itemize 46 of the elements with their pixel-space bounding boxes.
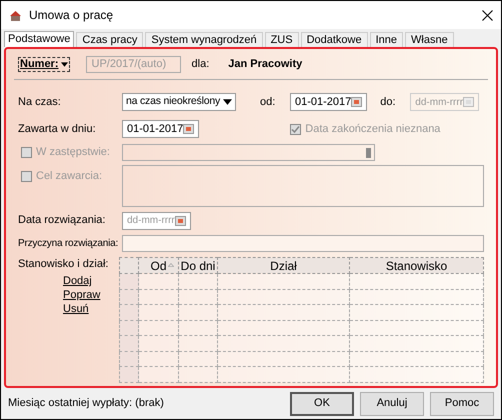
tab[interactable]: Własne	[405, 32, 454, 47]
number-field: UP/2017/(auto)	[86, 56, 181, 72]
field-label: Data rozwiązania:	[18, 213, 106, 228]
tab[interactable]: Inne	[370, 32, 404, 47]
tab[interactable]: ZUS	[264, 32, 299, 47]
field-label: Stanowisko i dział:	[18, 257, 110, 271]
lookup-icon[interactable]	[366, 148, 371, 158]
status-text: Miesiąc ostatniej wypłaty: (brak)	[8, 396, 164, 412]
tab[interactable]: Podstawowe	[4, 31, 74, 47]
purpose-textarea[interactable]	[122, 165, 484, 207]
checkbox-label: Data zakończenia nieznana	[305, 122, 440, 137]
sort-icon	[168, 263, 174, 267]
column-header[interactable]: Stanowisko	[350, 258, 484, 274]
duration-dropdown[interactable]: na czas nieokreślony	[122, 93, 236, 111]
date-field[interactable]: 01-01-2017	[122, 120, 200, 138]
field-label: do:	[380, 94, 397, 110]
field-label: Na czas:	[18, 94, 62, 110]
link[interactable]: Dodaj	[63, 274, 92, 288]
for-label: dla:	[192, 56, 210, 72]
field-label: Zawarta w dniu:	[18, 122, 97, 137]
tab[interactable]: System wynagrodzeń	[145, 32, 263, 47]
field-label: od:	[260, 94, 276, 110]
window-title: Umowa o pracę	[29, 7, 114, 24]
caret-icon	[60, 62, 68, 66]
calendar-icon[interactable]	[351, 97, 362, 107]
link[interactable]: Usuń	[63, 302, 89, 316]
checkbox-label: W zastępstwie:	[36, 145, 110, 160]
dialog-button[interactable]: OK	[290, 392, 354, 416]
dropdown-arrow-icon	[223, 99, 232, 105]
column-header[interactable]: Do dni	[178, 258, 218, 274]
dialog-button[interactable]: Anuluj	[360, 392, 424, 416]
close-icon[interactable]	[482, 10, 493, 20]
tab[interactable]: Czas pracy	[76, 32, 144, 47]
employee-name: Jan Pracowity	[228, 56, 302, 72]
date-field[interactable]: 01-01-2017	[290, 93, 368, 111]
column-header[interactable]: Od	[138, 258, 178, 274]
calendar-icon[interactable]	[174, 216, 186, 226]
calendar-icon[interactable]	[183, 124, 194, 134]
link[interactable]: Popraw	[63, 288, 100, 302]
app-icon	[9, 10, 22, 20]
checkbox-label: Cel zawarcia:	[36, 169, 102, 184]
field-label: Przyczyna rozwiązania:	[18, 237, 120, 251]
tab[interactable]: Dodatkowe	[300, 32, 368, 47]
reason-field[interactable]	[122, 235, 484, 252]
dialog-button[interactable]: Pomoc	[430, 392, 494, 416]
column-header[interactable]: Dział	[218, 258, 350, 274]
